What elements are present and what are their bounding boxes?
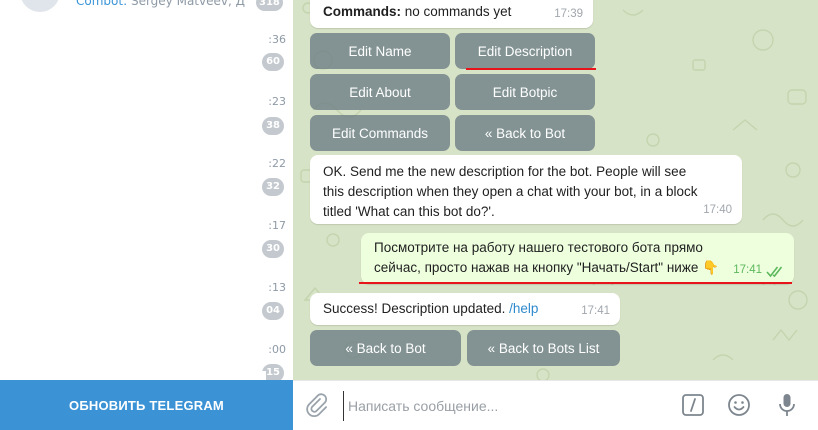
highlight-underline [359,282,792,284]
chat-area: Commands: no commands yet 17:39 Edit Nam… [293,0,818,380]
chat-preview-sender: Combot: [76,0,128,8]
edit-commands-button[interactable]: Edit Commands [310,115,450,151]
help-command-link[interactable]: /help [509,301,538,316]
edit-botpic-button[interactable]: Edit Botpic [455,74,595,110]
bot-message: Success! Description updated. /help 17:4… [310,293,620,325]
unread-badge: 32 [262,178,284,196]
chat-list-sidebar: Combot: Sergey Matveev, Д... 318 :36 60 … [0,0,293,430]
message-time: 17:41 [581,305,610,317]
chat-time: :23 [268,95,286,108]
chat-avatar[interactable] [20,0,60,12]
back-to-bots-list-button[interactable]: « Back to Bots List [467,330,620,366]
bot-message: OK. Send me the new description for the … [310,155,742,224]
chat-time: :13 [268,281,286,294]
outgoing-message: Посмотрите на работу нашего тестового бо… [361,233,794,284]
message-text: Посмотрите на работу нашего тестового бо… [374,240,719,275]
unread-badge: 38 [262,117,284,135]
microphone-icon[interactable] [773,391,801,419]
commands-text: no commands yet [404,4,512,19]
chat-time: :17 [268,219,286,232]
unread-badge: 318 [256,0,283,11]
update-telegram-button[interactable]: ОБНОВИТЬ TELEGRAM [0,380,293,430]
chat-time: :22 [268,157,286,170]
edit-description-button[interactable]: Edit Description [455,33,595,69]
unread-badge: 04 [262,302,284,320]
message-time: 17:40 [703,204,732,216]
back-to-bot-button[interactable]: « Back to Bot [310,330,461,366]
chat-time: :00 [268,343,286,356]
message-text: OK. Send me the new description for the … [323,164,698,219]
unread-badge: 30 [262,240,284,258]
edit-about-button[interactable]: Edit About [310,74,450,110]
chat-preview[interactable]: Combot: Sergey Matveev, Д... [76,0,246,8]
slash-commands-icon[interactable] [679,391,707,419]
highlight-underline [466,68,596,70]
message-time: 17:39 [554,8,583,20]
unread-badge: 60 [262,53,284,71]
back-to-bot-button[interactable]: « Back to Bot [455,115,595,151]
edit-name-button[interactable]: Edit Name [310,33,450,69]
message-text: Success! Description updated. [323,301,506,316]
message-time: 17:41 [733,264,762,276]
emoji-icon[interactable] [725,391,753,419]
message-input[interactable] [343,391,670,421]
paperclip-icon[interactable] [303,391,331,419]
chat-preview-text: Sergey Matveev, Д... [130,0,246,8]
message-composer [293,380,818,430]
chat-time: :36 [268,33,286,46]
bot-message: Commands: no commands yet 17:39 [310,0,593,28]
commands-label: Commands: [323,4,402,19]
read-checkmarks-icon [766,266,783,278]
